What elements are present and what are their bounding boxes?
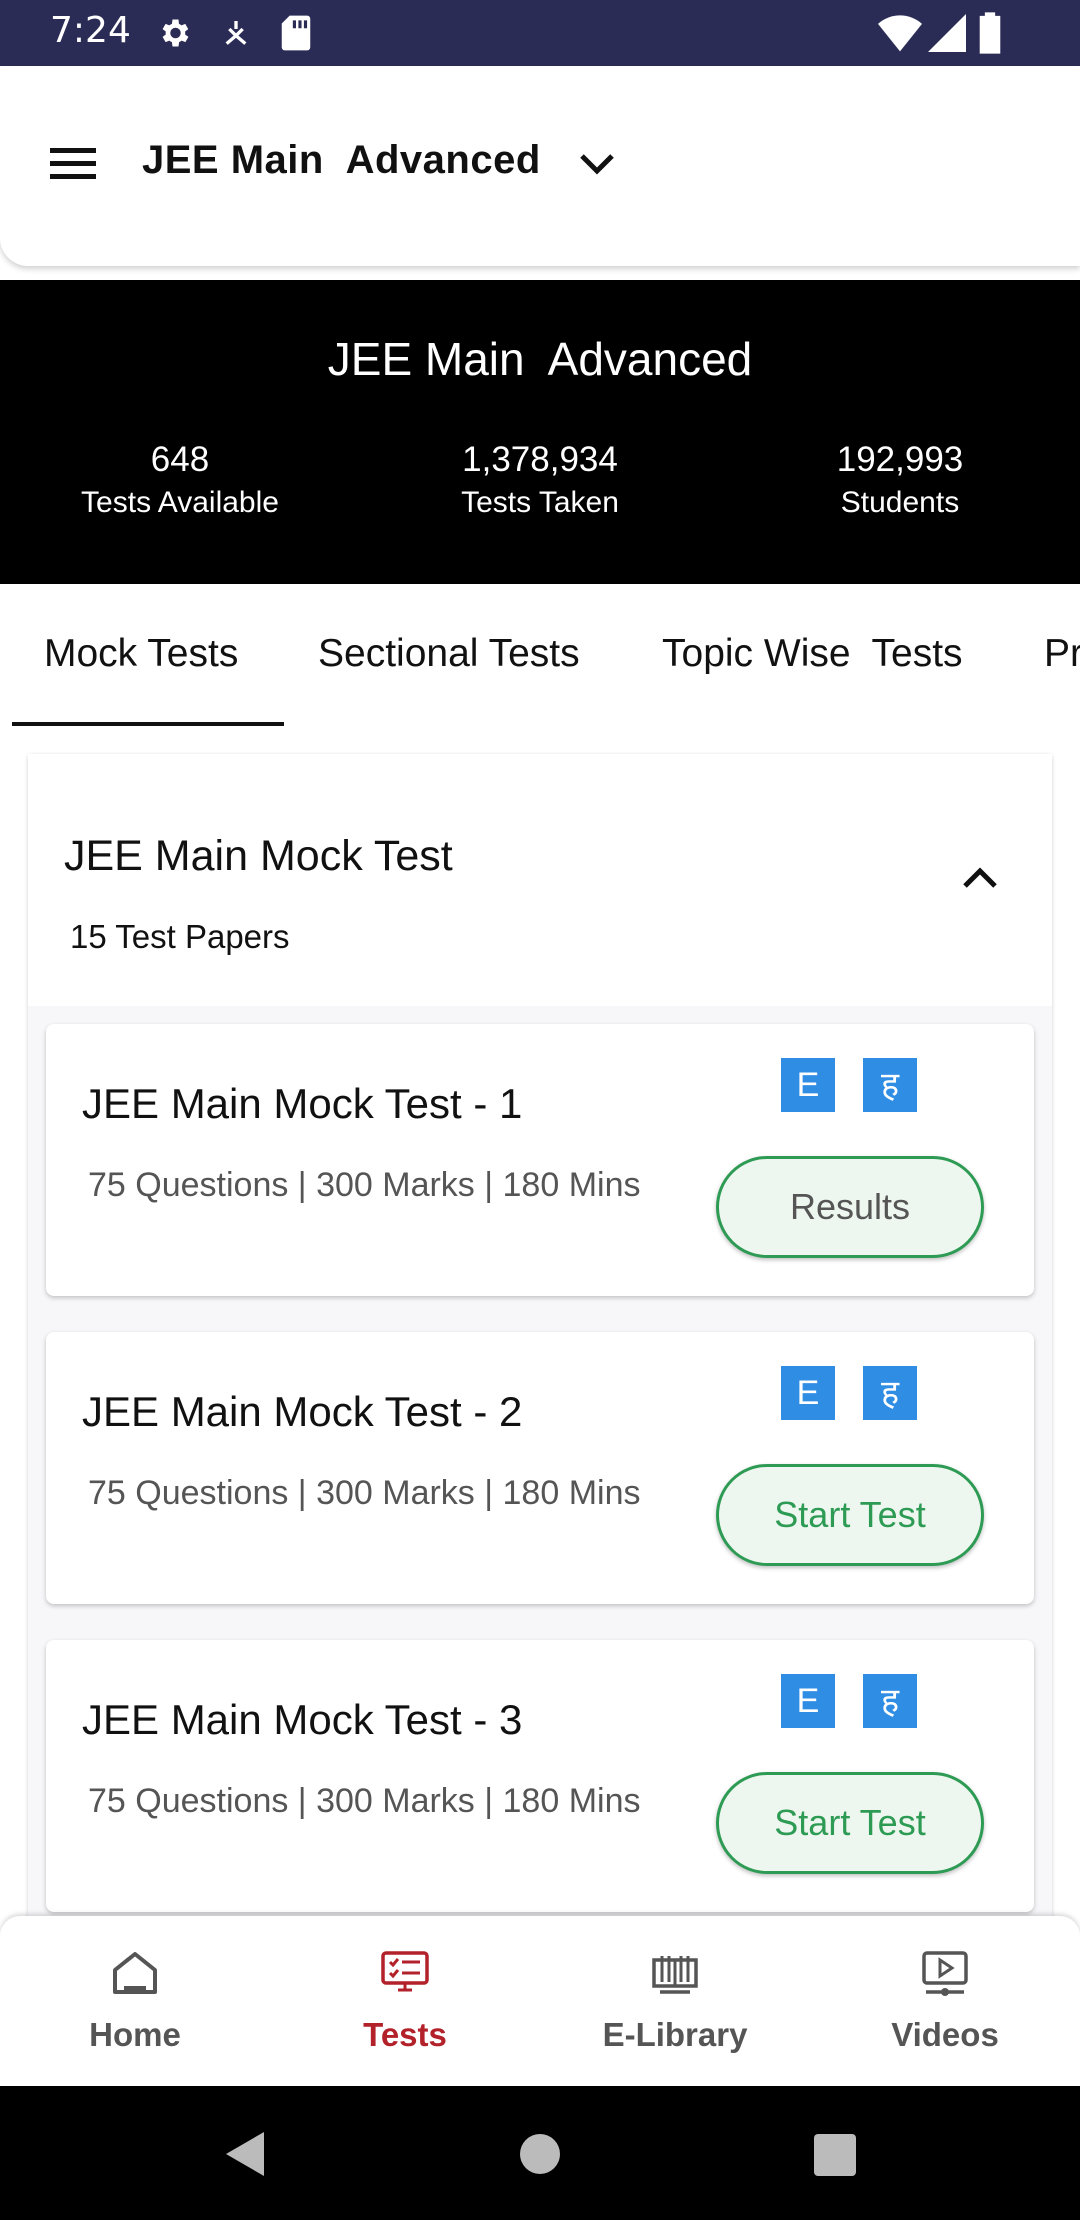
exam-title: JEE Main Advanced [327,333,753,385]
hindi-badge[interactable]: ह [863,1674,917,1728]
bottom-navigation: Home Tests E-Library Videos [0,1916,1080,2086]
test-meta: 75 Questions | 300 Marks | 180 Mins [88,1782,641,1820]
tab-sectional-tests[interactable]: Sectional Tests [318,632,580,676]
home-icon [113,1952,157,1994]
mock-test-section: JEE Main Mock Test 15 Test Papers JEE Ma… [28,754,1052,2004]
stat-students: 192,993 Students [720,438,1080,524]
exam-summary-banner: JEE Main Advanced 648 Tests Available 1,… [0,280,1080,584]
test-card: JEE Main Mock Test - 1 75 Questions | 30… [46,1024,1034,1296]
test-card: JEE Main Mock Test - 3 75 Questions | 30… [46,1640,1034,1912]
tab-mock-tests[interactable]: Mock Tests [44,632,238,676]
nav-label: Videos [891,2016,999,2053]
back-icon[interactable] [222,2130,266,2178]
stat-value: 1,378,934 [462,440,618,479]
signal-icon [928,14,966,52]
nav-videos[interactable]: Videos [810,1916,1080,2086]
section-title: JEE Main Mock Test [64,832,453,880]
tests-icon [381,1951,429,1992]
test-name: JEE Main Mock Test - 1 [82,1080,523,1127]
test-meta: 75 Questions | 300 Marks | 180 Mins [88,1474,641,1512]
test-meta: 75 Questions | 300 Marks | 180 Mins [88,1166,641,1204]
tab-topic-wise-tests[interactable]: Topic Wise Tests [662,632,963,676]
start-test-button[interactable]: Start Test [716,1772,984,1874]
recents-icon[interactable] [814,2134,856,2176]
section-subtitle: 15 Test Papers [70,918,290,955]
video-icon [922,1951,968,1996]
test-name: JEE Main Mock Test - 2 [82,1388,523,1435]
status-time: 7:24 [50,10,131,51]
english-badge[interactable]: E [781,1674,835,1728]
stat-value: 192,993 [836,440,964,479]
gear-icon [162,19,189,47]
test-name: JEE Main Mock Test - 3 [82,1696,523,1743]
app-bar-title[interactable]: JEE Main Advanced [142,138,541,183]
test-type-tabs: Mock Tests Sectional Tests Topic Wise Te… [0,584,1080,730]
location-icon [225,21,247,45]
hamburger-icon[interactable] [50,146,96,182]
wifi-icon [878,15,922,52]
home-circle-icon[interactable] [518,2132,562,2176]
test-card: JEE Main Mock Test - 2 75 Questions | 30… [46,1332,1034,1604]
start-test-button[interactable]: Start Test [716,1464,984,1566]
hindi-badge[interactable]: ह [863,1366,917,1420]
status-bar: 7:24 [0,0,1080,66]
nav-tests[interactable]: Tests [270,1916,540,2086]
nav-home[interactable]: Home [0,1916,270,2086]
system-navigation-bar [0,2086,1080,2220]
active-tab-indicator [12,722,284,726]
nav-label: Tests [363,2016,447,2053]
section-header[interactable]: JEE Main Mock Test 15 Test Papers [28,754,1052,1006]
tab-partial[interactable]: Pr [1044,632,1080,676]
results-button[interactable]: Results [716,1156,984,1258]
english-badge[interactable]: E [781,1058,835,1112]
nav-label: Home [89,2016,181,2053]
battery-icon [979,12,1001,54]
stat-tests-taken: 1,378,934 Tests Taken [360,438,720,524]
english-badge[interactable]: E [781,1366,835,1420]
stat-tests-available: 648 Tests Available [0,438,360,524]
stat-label: Tests Available [81,486,279,519]
stat-label: Students [840,486,960,519]
app-bar: JEE Main Advanced [0,66,1080,266]
stat-label: Tests Taken [461,486,619,519]
hindi-badge[interactable]: ह [863,1058,917,1112]
stat-value: 648 [150,440,210,479]
sd-card-icon [281,15,311,51]
nav-e-library[interactable]: E-Library [540,1916,810,2086]
nav-label: E-Library [602,2016,748,2053]
library-icon [652,1956,698,1994]
chevron-down-icon[interactable] [578,150,616,178]
chevron-up-icon[interactable] [960,864,1000,892]
